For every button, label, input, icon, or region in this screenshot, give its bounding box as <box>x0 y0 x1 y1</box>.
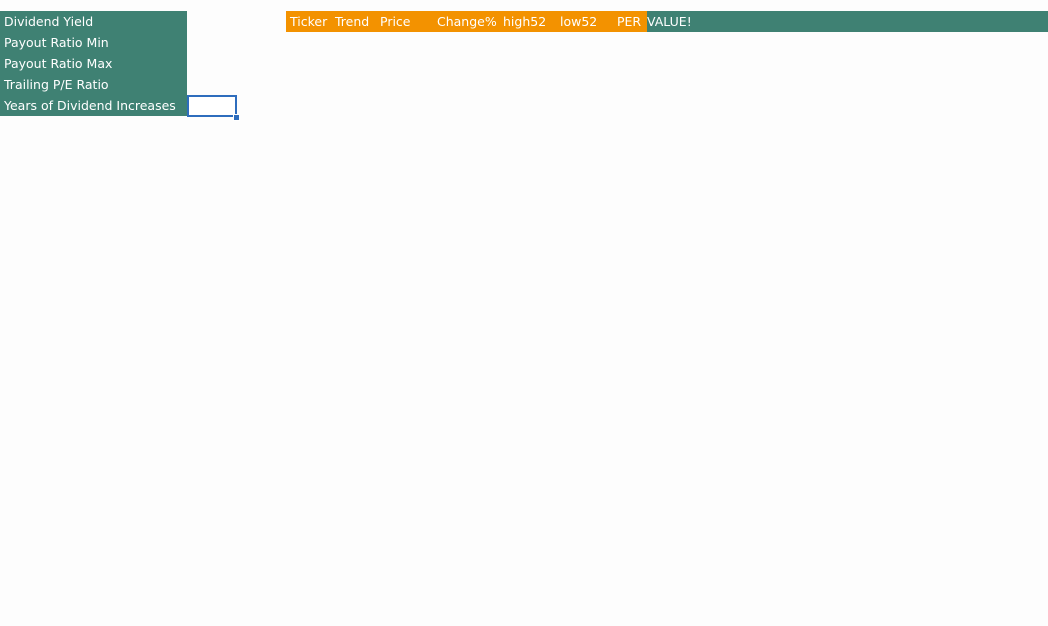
header-high52[interactable]: high52 <box>503 11 546 32</box>
header-ticker[interactable]: Ticker <box>290 11 327 32</box>
criteria-label-years-of-dividend-increases[interactable]: Years of Dividend Increases <box>0 95 187 116</box>
spreadsheet-grid[interactable]: Dividend Yield Payout Ratio Min Payout R… <box>0 0 1048 626</box>
criteria-label-dividend-yield[interactable]: Dividend Yield <box>0 11 187 32</box>
criteria-block: Dividend Yield Payout Ratio Min Payout R… <box>0 11 187 116</box>
header-per[interactable]: PER <box>617 11 641 32</box>
criteria-label-payout-ratio-min[interactable]: Payout Ratio Min <box>0 32 187 53</box>
selected-cell[interactable] <box>187 95 237 117</box>
error-value-cell[interactable]: VALUE! <box>647 11 692 32</box>
header-price[interactable]: Price <box>380 11 411 32</box>
header-row: Ticker Trend Price Change% high52 low52 … <box>286 11 1048 32</box>
header-trend[interactable]: Trend <box>335 11 369 32</box>
criteria-label-trailing-pe-ratio[interactable]: Trailing P/E Ratio <box>0 74 187 95</box>
header-low52[interactable]: low52 <box>560 11 597 32</box>
fill-handle[interactable] <box>233 114 240 121</box>
header-change-percent[interactable]: Change% <box>437 11 497 32</box>
criteria-label-payout-ratio-max[interactable]: Payout Ratio Max <box>0 53 187 74</box>
